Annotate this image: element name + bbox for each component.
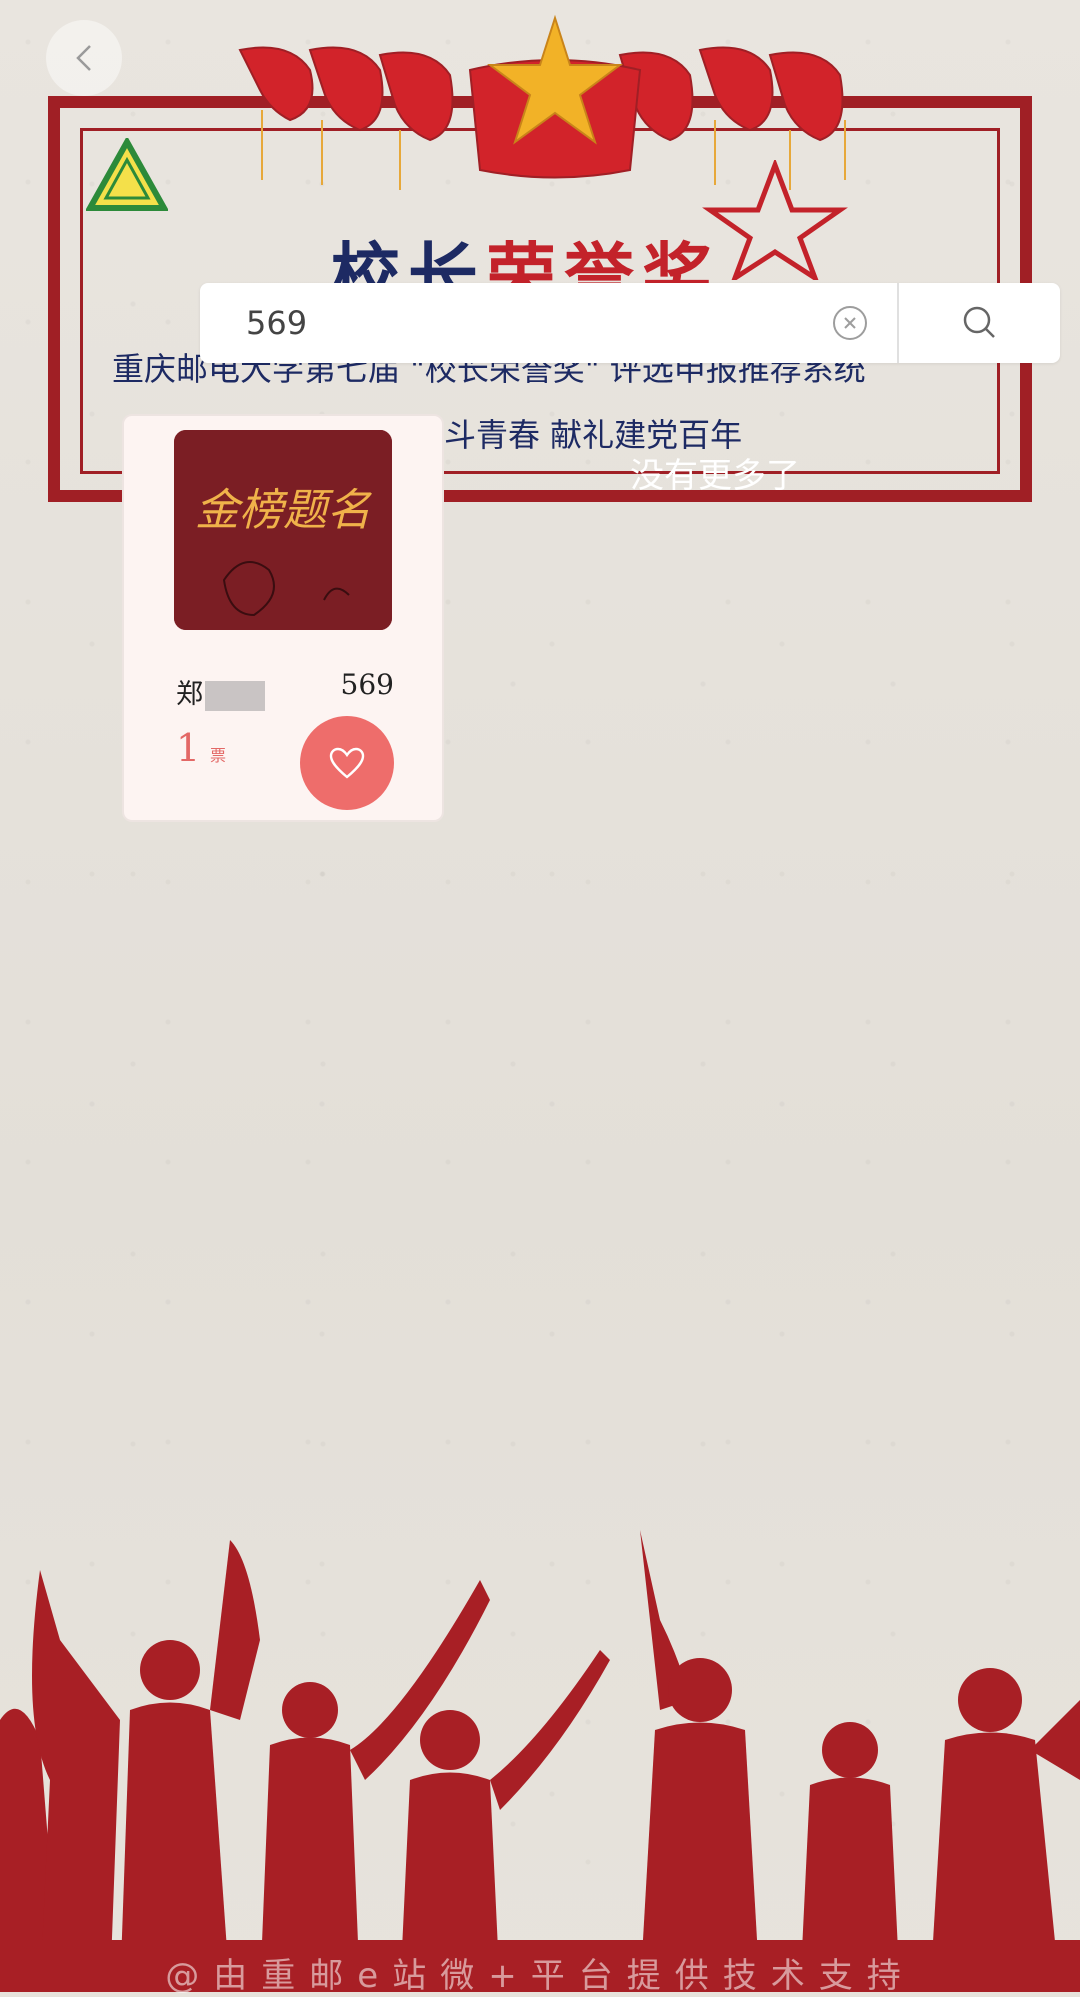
crowd-silhouette-decoration (0, 1530, 1080, 1992)
search-icon (963, 306, 995, 338)
school-logo (86, 138, 168, 211)
vote-unit: 票 (210, 746, 227, 765)
heart-icon (329, 747, 365, 779)
candidate-image[interactable]: 金榜题名 (174, 430, 392, 630)
vote-count: 1 (176, 726, 201, 770)
search-button[interactable] (897, 283, 1060, 363)
candidate-image-text: 金榜题名 (195, 485, 372, 536)
vote-button[interactable] (300, 716, 394, 810)
banner-title-part1: 校长 (330, 234, 486, 290)
name-redaction (205, 680, 265, 711)
clear-icon[interactable] (833, 306, 867, 340)
no-more-text: 没有更多了 (630, 456, 800, 496)
candidate-card[interactable]: 金榜题名 郑 569 1 票 (122, 414, 444, 822)
candidate-id: 569 (340, 668, 394, 701)
footer-credit: @由重邮e站微+平台提供技术支持 (165, 1956, 915, 1996)
chevron-left-icon (76, 45, 91, 71)
search-input[interactable] (200, 283, 833, 363)
candidate-name-text: 郑 (176, 679, 203, 710)
back-button[interactable] (46, 20, 122, 96)
candidate-name: 郑 (176, 672, 265, 711)
banner-title-part2: 荣誉奖 (486, 234, 720, 290)
search-bar (200, 283, 1060, 363)
banner-title: 校长荣誉奖 (330, 220, 810, 290)
